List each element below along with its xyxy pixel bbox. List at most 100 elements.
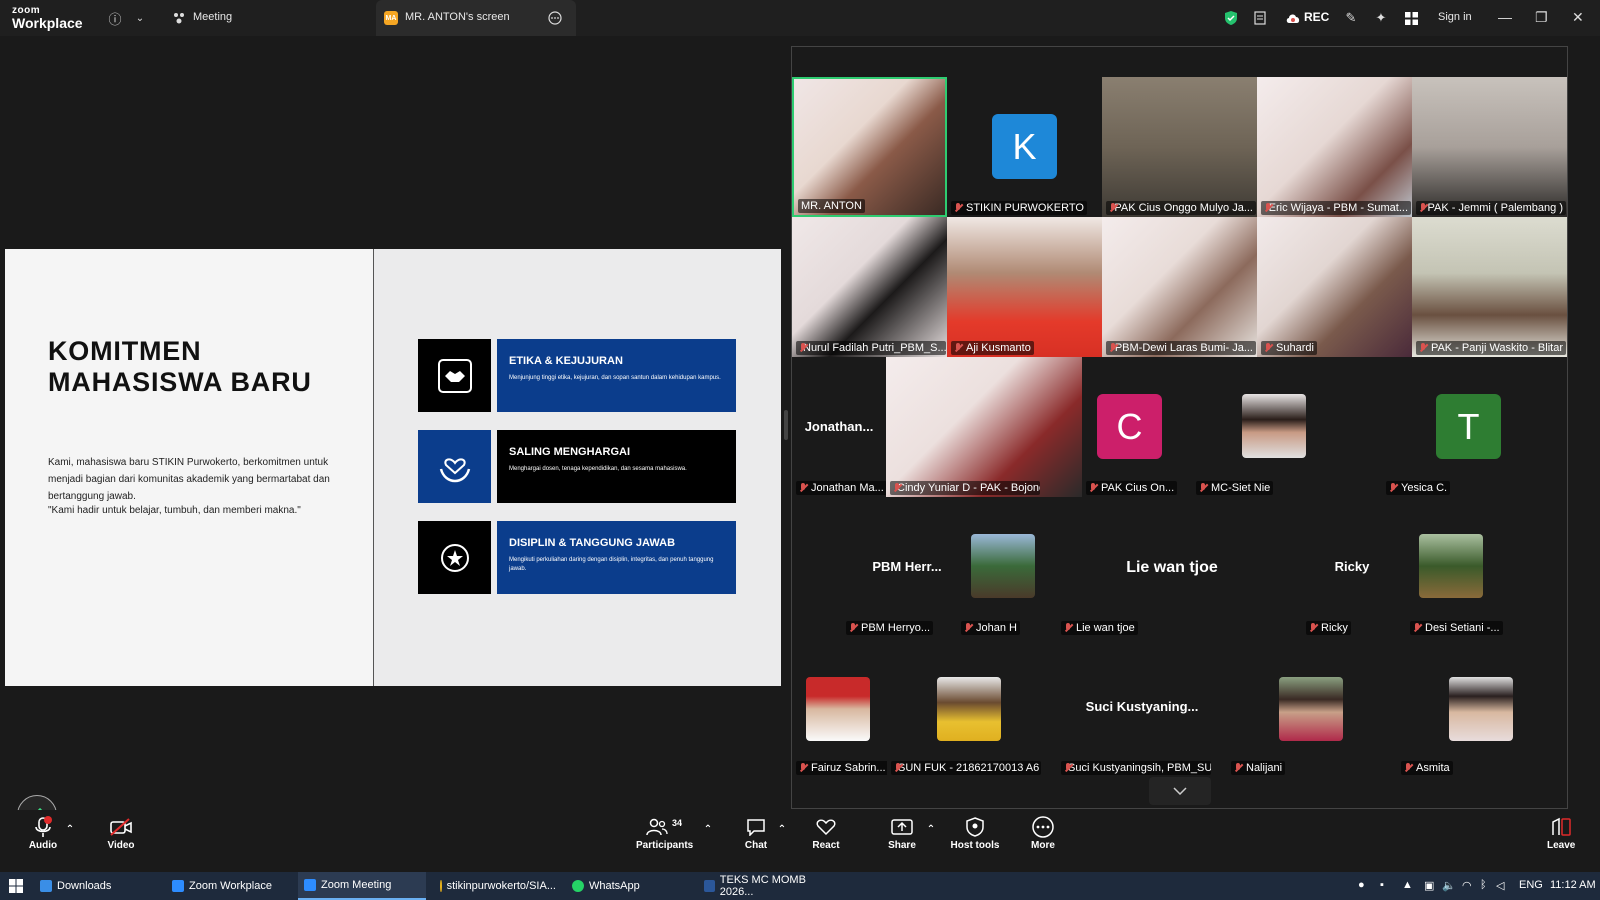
mic-muted-icon (1419, 343, 1427, 353)
participants-options-caret[interactable]: ⌃ (702, 824, 714, 835)
slide-title-line2: MAHASISWA BARU (48, 367, 312, 397)
audio-button[interactable]: Audio (27, 816, 59, 851)
clock[interactable]: 11:12 AM (1550, 879, 1596, 891)
screen-share-tab[interactable]: MA MR. ANTON's screen (376, 0, 576, 36)
windows-start-icon[interactable] (9, 879, 23, 898)
share-label: Share (888, 840, 916, 851)
tile-nalijani[interactable]: Nalijani (1227, 637, 1357, 777)
more-options-icon[interactable] (546, 9, 564, 27)
participant-name: Asmita (1401, 761, 1453, 775)
cloud-record-icon[interactable] (1284, 9, 1302, 27)
video-button[interactable]: Video (104, 816, 138, 851)
heart-hands-icon (418, 430, 491, 503)
video-feed (1412, 217, 1567, 357)
tile-johan[interactable]: Johan H (957, 497, 1057, 637)
info-icon[interactable]: ⓘ (106, 9, 124, 27)
tile-sun-fuk[interactable]: SUN FUK - 21862170013 A6 (887, 637, 1047, 777)
tile-mr-anton[interactable]: MR. ANTON (792, 77, 947, 217)
audio-options-caret[interactable]: ⌃ (64, 824, 76, 835)
participant-name: Nurul Fadilah Putri_PBM_S... (796, 341, 946, 355)
taskbar-zoom-workplace[interactable]: Zoom Workplace (166, 872, 294, 900)
tile-fairuz[interactable]: Fairuz Sabrin... (792, 637, 887, 777)
host-tools-button[interactable]: Host tools (950, 816, 1000, 851)
tile-siet-nie[interactable]: MC-Siet Nie (1192, 357, 1382, 497)
chevron-down-icon[interactable]: ⌄ (131, 9, 149, 27)
tile-pbm-herryo[interactable]: PBM Herr... PBM Herryo... (842, 497, 972, 637)
tile-stikin[interactable]: K STIKIN PURWOKERTO (947, 77, 1102, 217)
mic-muted-icon (964, 623, 972, 633)
tile-suci[interactable]: Suci Kustyaning... Suci Kustyaningsih, P… (1057, 637, 1227, 777)
value-card-etika: ETIKA & KEJUJURAN Menjunjung tinggi etik… (497, 339, 736, 412)
wifi-icon[interactable]: ◠ (1462, 879, 1472, 892)
tile-pak-cius-2[interactable]: C PAK Cius On... (1082, 357, 1192, 497)
share-options-caret[interactable]: ⌃ (925, 824, 937, 835)
tile-suhardi[interactable]: Suhardi (1257, 217, 1412, 357)
tile-jonathan[interactable]: Jonathan... Jonathan Ma... (792, 357, 886, 497)
download-icon (40, 880, 52, 892)
whatsapp-tray-icon[interactable]: ● (1358, 879, 1365, 891)
tile-eric[interactable]: Eric Wijaya - PBM - Sumat... (1257, 77, 1412, 217)
tile-yesica[interactable]: T Yesica C. (1382, 357, 1569, 497)
shield-icon[interactable] (1222, 9, 1240, 27)
restore-icon[interactable]: ❐ (1535, 9, 1548, 26)
bluetooth-icon[interactable]: ᛒ (1480, 879, 1487, 891)
speaker-icon[interactable]: ◁ (1496, 879, 1504, 892)
scroll-down-button[interactable] (1149, 777, 1211, 805)
split-divider-handle[interactable] (784, 410, 788, 440)
leave-button[interactable]: Leave (1547, 816, 1575, 851)
chat-label: Chat (744, 840, 768, 851)
tile-ricky[interactable]: Ricky Ricky (1302, 497, 1402, 637)
tile-panji[interactable]: PAK - Panji Waskito - Blitar (1412, 217, 1567, 357)
participant-name: Cindy Yuniar D - PAK - Bojonegoro (890, 481, 1040, 495)
participant-name: Aji Kusmanto (951, 341, 1034, 355)
participant-display-name: PBM Herr... (872, 559, 942, 574)
taskbar-word[interactable]: TEKS MC MOMB 2026... (698, 872, 836, 900)
annotate-icon[interactable]: ✎ (1342, 9, 1360, 27)
tile-desi[interactable]: Desi Setiani -... (1406, 497, 1569, 637)
sign-in-link[interactable]: Sign in (1438, 11, 1472, 23)
participants-button[interactable]: 34 Participants (636, 816, 693, 851)
drive-tray-icon[interactable]: ▲ (1402, 879, 1413, 891)
taskbar-zoom-meeting[interactable]: Zoom Meeting (298, 872, 426, 900)
participant-display-name: Ricky (1334, 559, 1370, 574)
video-feed (1412, 77, 1567, 217)
apps-icon[interactable] (1402, 9, 1420, 27)
taskbar-downloads[interactable]: Downloads (34, 872, 162, 900)
participant-name: PAK Cius On... (1086, 481, 1178, 495)
close-icon[interactable]: ✕ (1572, 9, 1584, 26)
tile-jemmi[interactable]: PAK - Jemmi ( Palembang ) (1412, 77, 1567, 217)
ai-companion-icon[interactable]: ✦ (1372, 9, 1390, 27)
tile-nurul[interactable]: Nurul Fadilah Putri_PBM_S... (792, 217, 947, 357)
avatar: C (1097, 394, 1162, 459)
mic-muted-icon (1234, 763, 1242, 773)
mic-muted-icon (849, 623, 857, 633)
zoom-tray-icon[interactable]: ▪ (1380, 879, 1384, 891)
minimize-icon[interactable]: — (1498, 9, 1512, 25)
participant-gallery: MR. ANTON K STIKIN PURWOKERTO PAK Cius O… (791, 46, 1568, 809)
rec-label[interactable]: REC (1304, 10, 1329, 24)
tile-pak-cius[interactable]: PAK Cius Onggo Mulyo Ja... (1102, 77, 1257, 217)
chat-button[interactable]: Chat (743, 816, 769, 851)
tile-lie-wan-tjoe[interactable]: Lie wan tjoe Lie wan tjoe (1057, 497, 1287, 637)
tile-aji[interactable]: Aji Kusmanto (947, 217, 1102, 357)
tile-asmita[interactable]: Asmita (1397, 637, 1569, 777)
chat-options-caret[interactable]: ⌃ (776, 824, 788, 835)
more-button[interactable]: More (1030, 816, 1056, 851)
word-icon (704, 880, 715, 892)
share-button[interactable]: Share (887, 816, 917, 851)
mic-muted-icon (799, 763, 807, 773)
profile-photo (1242, 394, 1306, 458)
react-button[interactable]: React (811, 816, 841, 851)
taskbar-whatsapp[interactable]: WhatsApp (566, 872, 694, 900)
meeting-label[interactable]: Meeting (193, 11, 232, 23)
language-indicator[interactable]: ENG (1519, 879, 1543, 891)
participant-display-name: Suci Kustyaning... (1085, 699, 1199, 714)
avatar: K (992, 114, 1057, 179)
tile-cindy[interactable]: Cindy Yuniar D - PAK - Bojonegoro (886, 357, 1082, 497)
app-tray-icon[interactable]: ▣ (1424, 879, 1434, 892)
slide-left-panel: KOMITMEN MAHASISWA BARU Kami, mahasiswa … (5, 249, 374, 686)
tile-dewi[interactable]: PBM-Dewi Laras Bumi- Ja... (1102, 217, 1257, 357)
taskbar-chrome[interactable]: stikinpurwokerto/SIA... (434, 872, 562, 900)
notes-icon[interactable] (1251, 9, 1269, 27)
volume-icon[interactable]: 🔈 (1442, 879, 1456, 892)
